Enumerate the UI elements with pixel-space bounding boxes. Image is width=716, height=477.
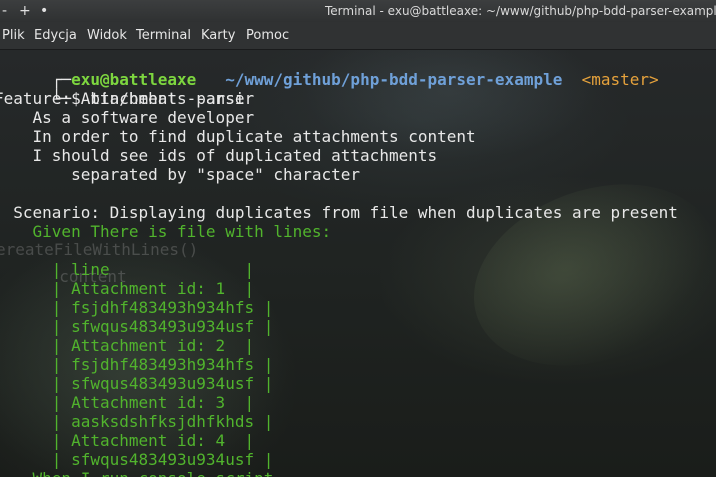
menu-item-pomoc[interactable]: Pomoc xyxy=(246,28,289,44)
table-row: | sfwqus483493u934usf | xyxy=(0,374,274,393)
table-row: | Attachment id: 2 | xyxy=(0,336,255,355)
table-row: | sfwqus483493u934usf | xyxy=(0,317,274,336)
menu-item-terminal[interactable]: Terminal xyxy=(136,28,191,44)
close-button[interactable]: • xyxy=(40,2,48,20)
prompt-path: ~/www/github/php-bdd-parser-example xyxy=(225,70,563,89)
feature-description: I should see ids of duplicated attachmen… xyxy=(0,146,438,165)
feature-description: separated by "space" character xyxy=(0,165,361,184)
step-when: When I run console script xyxy=(0,469,274,477)
table-row: | Attachment id: 4 | xyxy=(0,431,255,450)
title-bar: - + • Terminal - exu@battleaxe: ~/www/gi… xyxy=(0,0,716,22)
prompt-line: ┌─exu@battleaxe ~/www/github/php-bdd-par… xyxy=(0,51,659,89)
menu-bar: Plik Edycja Widok Terminal Karty Pomoc xyxy=(0,22,716,50)
table-row: | fsjdhf483493h934hfs | xyxy=(0,355,274,374)
window-title: Terminal - exu@battleaxe: ~/www/github/p… xyxy=(325,4,716,18)
terminal-window: - + • Terminal - exu@battleaxe: ~/www/gi… xyxy=(0,0,716,477)
step-given: Given There is file with lines: xyxy=(0,222,332,241)
feature-title: Feature: Attachments parser xyxy=(0,89,255,108)
table-row: | fsjdhf483493h934hfs | xyxy=(0,298,274,317)
feature-description: As a software developer xyxy=(0,108,255,127)
maximize-button[interactable]: + xyxy=(19,2,31,20)
menu-item-plik[interactable]: Plik xyxy=(2,28,25,44)
table-row: | aasksdshfksjdhfkhds | xyxy=(0,412,274,431)
ghost-text: ereateFileWithLines() xyxy=(0,240,199,259)
menu-item-widok[interactable]: Widok xyxy=(87,28,127,44)
command-line: └─$ bin/behat --ansi xyxy=(0,70,245,108)
prompt-branch: <master> xyxy=(581,70,659,89)
menu-item-karty[interactable]: Karty xyxy=(201,28,235,44)
menu-item-edycja[interactable]: Edycja xyxy=(34,28,77,44)
minimize-button[interactable]: - xyxy=(2,2,7,20)
table-row: | Attachment id: 1 | xyxy=(0,279,255,298)
scenario-title: Scenario: Displaying duplicates from fil… xyxy=(0,203,678,222)
table-row: | sfwqus483493u934usf | xyxy=(0,450,274,469)
wallpaper-leaf xyxy=(448,152,716,398)
terminal-output[interactable]: ereateFileWithLines() content ┌─exu@batt… xyxy=(0,50,716,477)
table-row: | line | xyxy=(0,260,255,279)
feature-description: In order to find duplicate attachments c… xyxy=(0,127,476,146)
table-row: | Attachment id: 3 | xyxy=(0,393,255,412)
